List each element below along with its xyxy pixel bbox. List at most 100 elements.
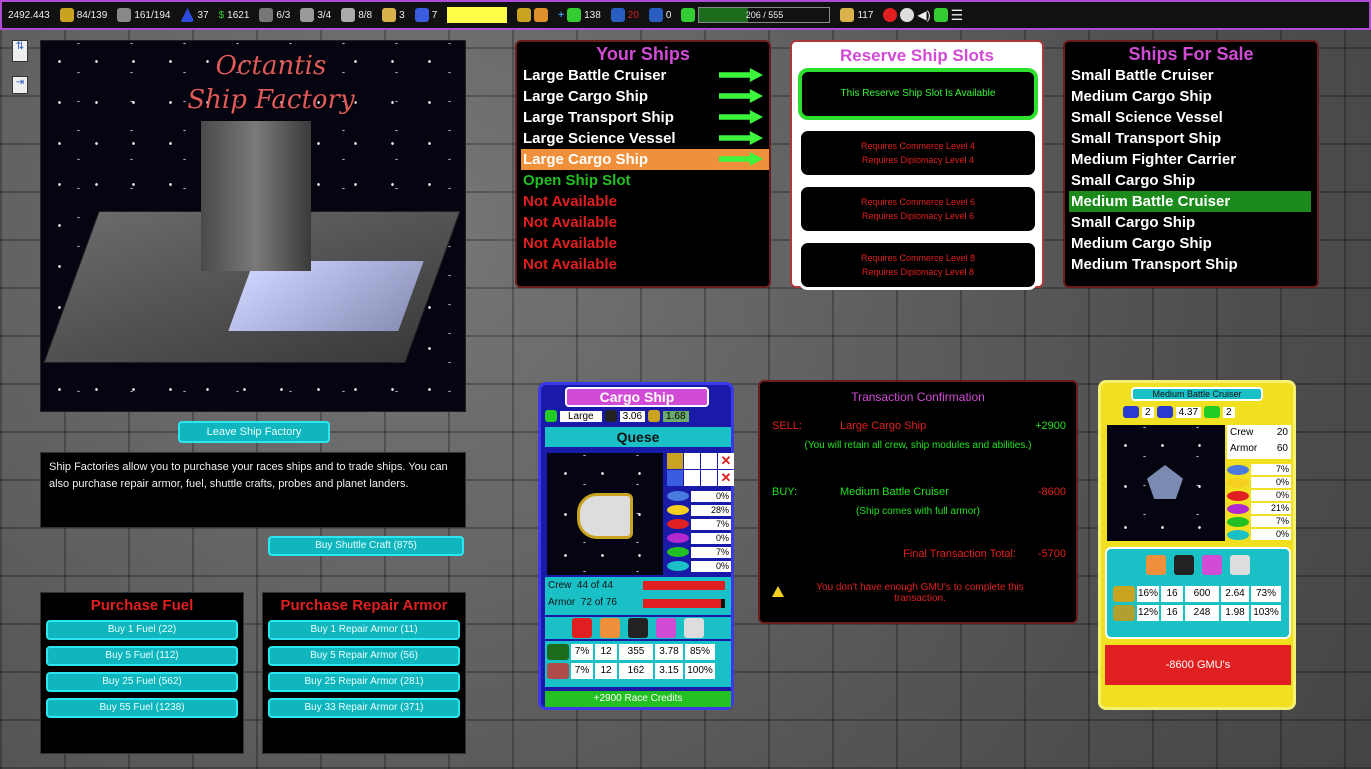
reserve-slot-locked[interactable]: Requires Commerce Level 6 Requires Diplom… — [798, 184, 1038, 234]
size-icon — [545, 410, 557, 422]
explosion-icon[interactable] — [600, 618, 620, 638]
buy-armor-button[interactable]: Buy 5 Repair Armor (56) — [268, 646, 460, 666]
reserve-slot-locked[interactable]: Requires Commerce Level 4 Requires Diplom… — [798, 128, 1038, 178]
module-slot[interactable] — [684, 453, 700, 469]
sale-ship-item[interactable]: Small Battle Cruiser — [1069, 65, 1317, 86]
door-icon[interactable] — [1202, 555, 1222, 575]
module-slot[interactable] — [701, 453, 717, 469]
sale-ship-item[interactable]: Medium Fighter Carrier — [1069, 149, 1317, 170]
sale-ship-item[interactable]: Small Transport Ship — [1069, 128, 1317, 149]
weapon-row[interactable]: 7% 12 355 3.78 85% — [547, 644, 729, 660]
sale-ship-item[interactable]: Small Cargo Ship — [1069, 212, 1317, 233]
system-icons[interactable]: ◀) ☰ — [883, 7, 963, 24]
sale-ship-item[interactable]: Small Science Vessel — [1069, 107, 1317, 128]
module-slot[interactable] — [701, 470, 717, 486]
transfer-arrow-icon[interactable] — [719, 152, 763, 166]
leave-factory-button[interactable]: Leave Ship Factory — [178, 421, 330, 443]
rocket-icon[interactable] — [684, 618, 704, 638]
stat-e[interactable]: 7 — [414, 8, 437, 22]
gear-icon[interactable] — [900, 8, 915, 22]
engine-icon — [1156, 406, 1173, 418]
buy-armor-button[interactable]: Buy 33 Repair Armor (371) — [268, 698, 460, 718]
explosion-icon[interactable] — [1146, 555, 1166, 575]
chat-icon[interactable] — [933, 8, 948, 22]
buy-label: BUY: — [772, 486, 798, 498]
buy-shuttle-button[interactable]: Buy Shuttle Craft (875) — [268, 536, 464, 556]
reserve-slot-locked[interactable]: Requires Commerce Level 8 Requires Diplom… — [798, 240, 1038, 290]
buy-fuel-button[interactable]: Buy 1 Fuel (22) — [46, 620, 238, 640]
door-icon[interactable] — [656, 618, 676, 638]
reserve-slot-available[interactable]: This Reserve Ship Slot Is Available — [798, 68, 1038, 120]
purchase-ship-stats: 2 4.37 2 — [1123, 405, 1273, 419]
transfer-arrow-icon[interactable] — [719, 110, 763, 124]
your-ship-item[interactable]: Large Cargo Ship — [521, 149, 769, 170]
stat-b[interactable]: 3/4 — [300, 8, 331, 22]
red-stat[interactable]: 20 — [610, 8, 639, 22]
yellow-field[interactable] — [447, 7, 508, 23]
sale-ship-item[interactable]: Small Cargo Ship — [1069, 170, 1317, 191]
weapon-cell: 355 — [619, 644, 653, 660]
transfer-arrow-icon[interactable] — [719, 68, 763, 82]
your-ship-item[interactable]: Open Ship Slot — [521, 170, 769, 191]
factory-image: Octantis Ship Factory — [40, 40, 466, 412]
money-stat[interactable]: $1621 — [219, 10, 250, 21]
buy-fuel-button[interactable]: Buy 25 Fuel (562) — [46, 672, 238, 692]
help-icon[interactable] — [883, 8, 898, 22]
your-ship-item[interactable]: Not Available — [521, 191, 769, 212]
crew-bar-fill — [643, 581, 725, 590]
last-stat[interactable]: 117 — [840, 8, 873, 22]
buy-fuel-button[interactable]: Buy 55 Fuel (1238) — [46, 698, 238, 718]
nav-icons[interactable] — [517, 8, 549, 22]
your-ship-item[interactable]: Large Battle Cruiser — [521, 65, 769, 86]
sale-ship-item[interactable]: Medium Cargo Ship — [1069, 233, 1317, 254]
your-ship-item[interactable]: Large Transport Ship — [521, 107, 769, 128]
weapon-row[interactable]: 7% 12 162 3.15 100% — [547, 663, 729, 679]
module-slot[interactable] — [684, 470, 700, 486]
remove-icon[interactable]: ✕ — [718, 470, 734, 486]
ships-stat[interactable]: 161/194 — [117, 8, 170, 22]
sale-ship-item[interactable]: Medium Cargo Ship — [1069, 86, 1317, 107]
menu-icon[interactable]: ☰ — [951, 7, 964, 24]
your-ship-item[interactable]: Large Science Vessel — [521, 128, 769, 149]
vortex-icon[interactable] — [628, 618, 648, 638]
transfer-arrow-icon[interactable] — [719, 89, 763, 103]
sell-note: (You will retain all crew, ship modules … — [804, 440, 1032, 451]
zero-stat[interactable]: 0 — [648, 8, 671, 22]
your-ship-item[interactable]: Not Available — [521, 254, 769, 275]
speaker-icon[interactable]: ◀) — [917, 8, 930, 22]
weapon-row[interactable]: 12% 16 248 1.98 103% — [1113, 605, 1283, 621]
crew-stat[interactable]: 84/139 — [59, 8, 107, 22]
blue-stat[interactable]: 37 — [180, 8, 209, 22]
your-ship-item[interactable]: Not Available — [521, 233, 769, 254]
buy-ship: Medium Battle Cruiser — [840, 486, 949, 498]
ships-for-sale-title: Ships For Sale — [1128, 44, 1254, 64]
transfer-arrow-icon[interactable] — [719, 131, 763, 145]
resistance-value: 7% — [1251, 464, 1291, 475]
buy-armor-button[interactable]: Buy 1 Repair Armor (11) — [268, 620, 460, 640]
stat-c[interactable]: 8/8 — [341, 8, 372, 22]
stat-a[interactable]: 6/3 — [259, 8, 290, 22]
buy-fuel-button[interactable]: Buy 5 Fuel (112) — [46, 646, 238, 666]
side-toggle-icon[interactable]: ⇅ — [12, 40, 28, 62]
module-icon[interactable] — [667, 470, 683, 486]
your-ship-item[interactable]: Not Available — [521, 212, 769, 233]
pop-stat[interactable]: +138 — [558, 8, 601, 22]
remove-icon[interactable]: ✕ — [718, 453, 734, 469]
side-arrow-icon[interactable]: ⇥ — [12, 76, 28, 94]
weapon-row[interactable]: 16% 16 600 2.64 73% — [1113, 586, 1283, 602]
progress-stat[interactable]: 206 / 555 — [681, 7, 831, 23]
ship-size-value: Large — [560, 410, 602, 422]
crew-value: 44 of 44 — [576, 580, 614, 591]
module-icon[interactable] — [667, 453, 683, 469]
buy-armor-button[interactable]: Buy 25 Repair Armor (281) — [268, 672, 460, 692]
stat-d[interactable]: 3 — [382, 8, 405, 22]
current-ship-name[interactable]: Quese — [545, 427, 731, 447]
sale-ship-item[interactable]: Medium Battle Cruiser — [1069, 191, 1311, 212]
sale-ship-item[interactable]: Medium Transport Ship — [1069, 254, 1317, 275]
rocket-icon[interactable] — [1230, 555, 1250, 575]
handshake-icon[interactable] — [534, 8, 549, 22]
your-ship-item[interactable]: Large Cargo Ship — [521, 86, 769, 107]
weapon-icon[interactable] — [572, 618, 592, 638]
vortex-icon[interactable] — [1174, 555, 1194, 575]
map-icon[interactable] — [517, 8, 532, 22]
